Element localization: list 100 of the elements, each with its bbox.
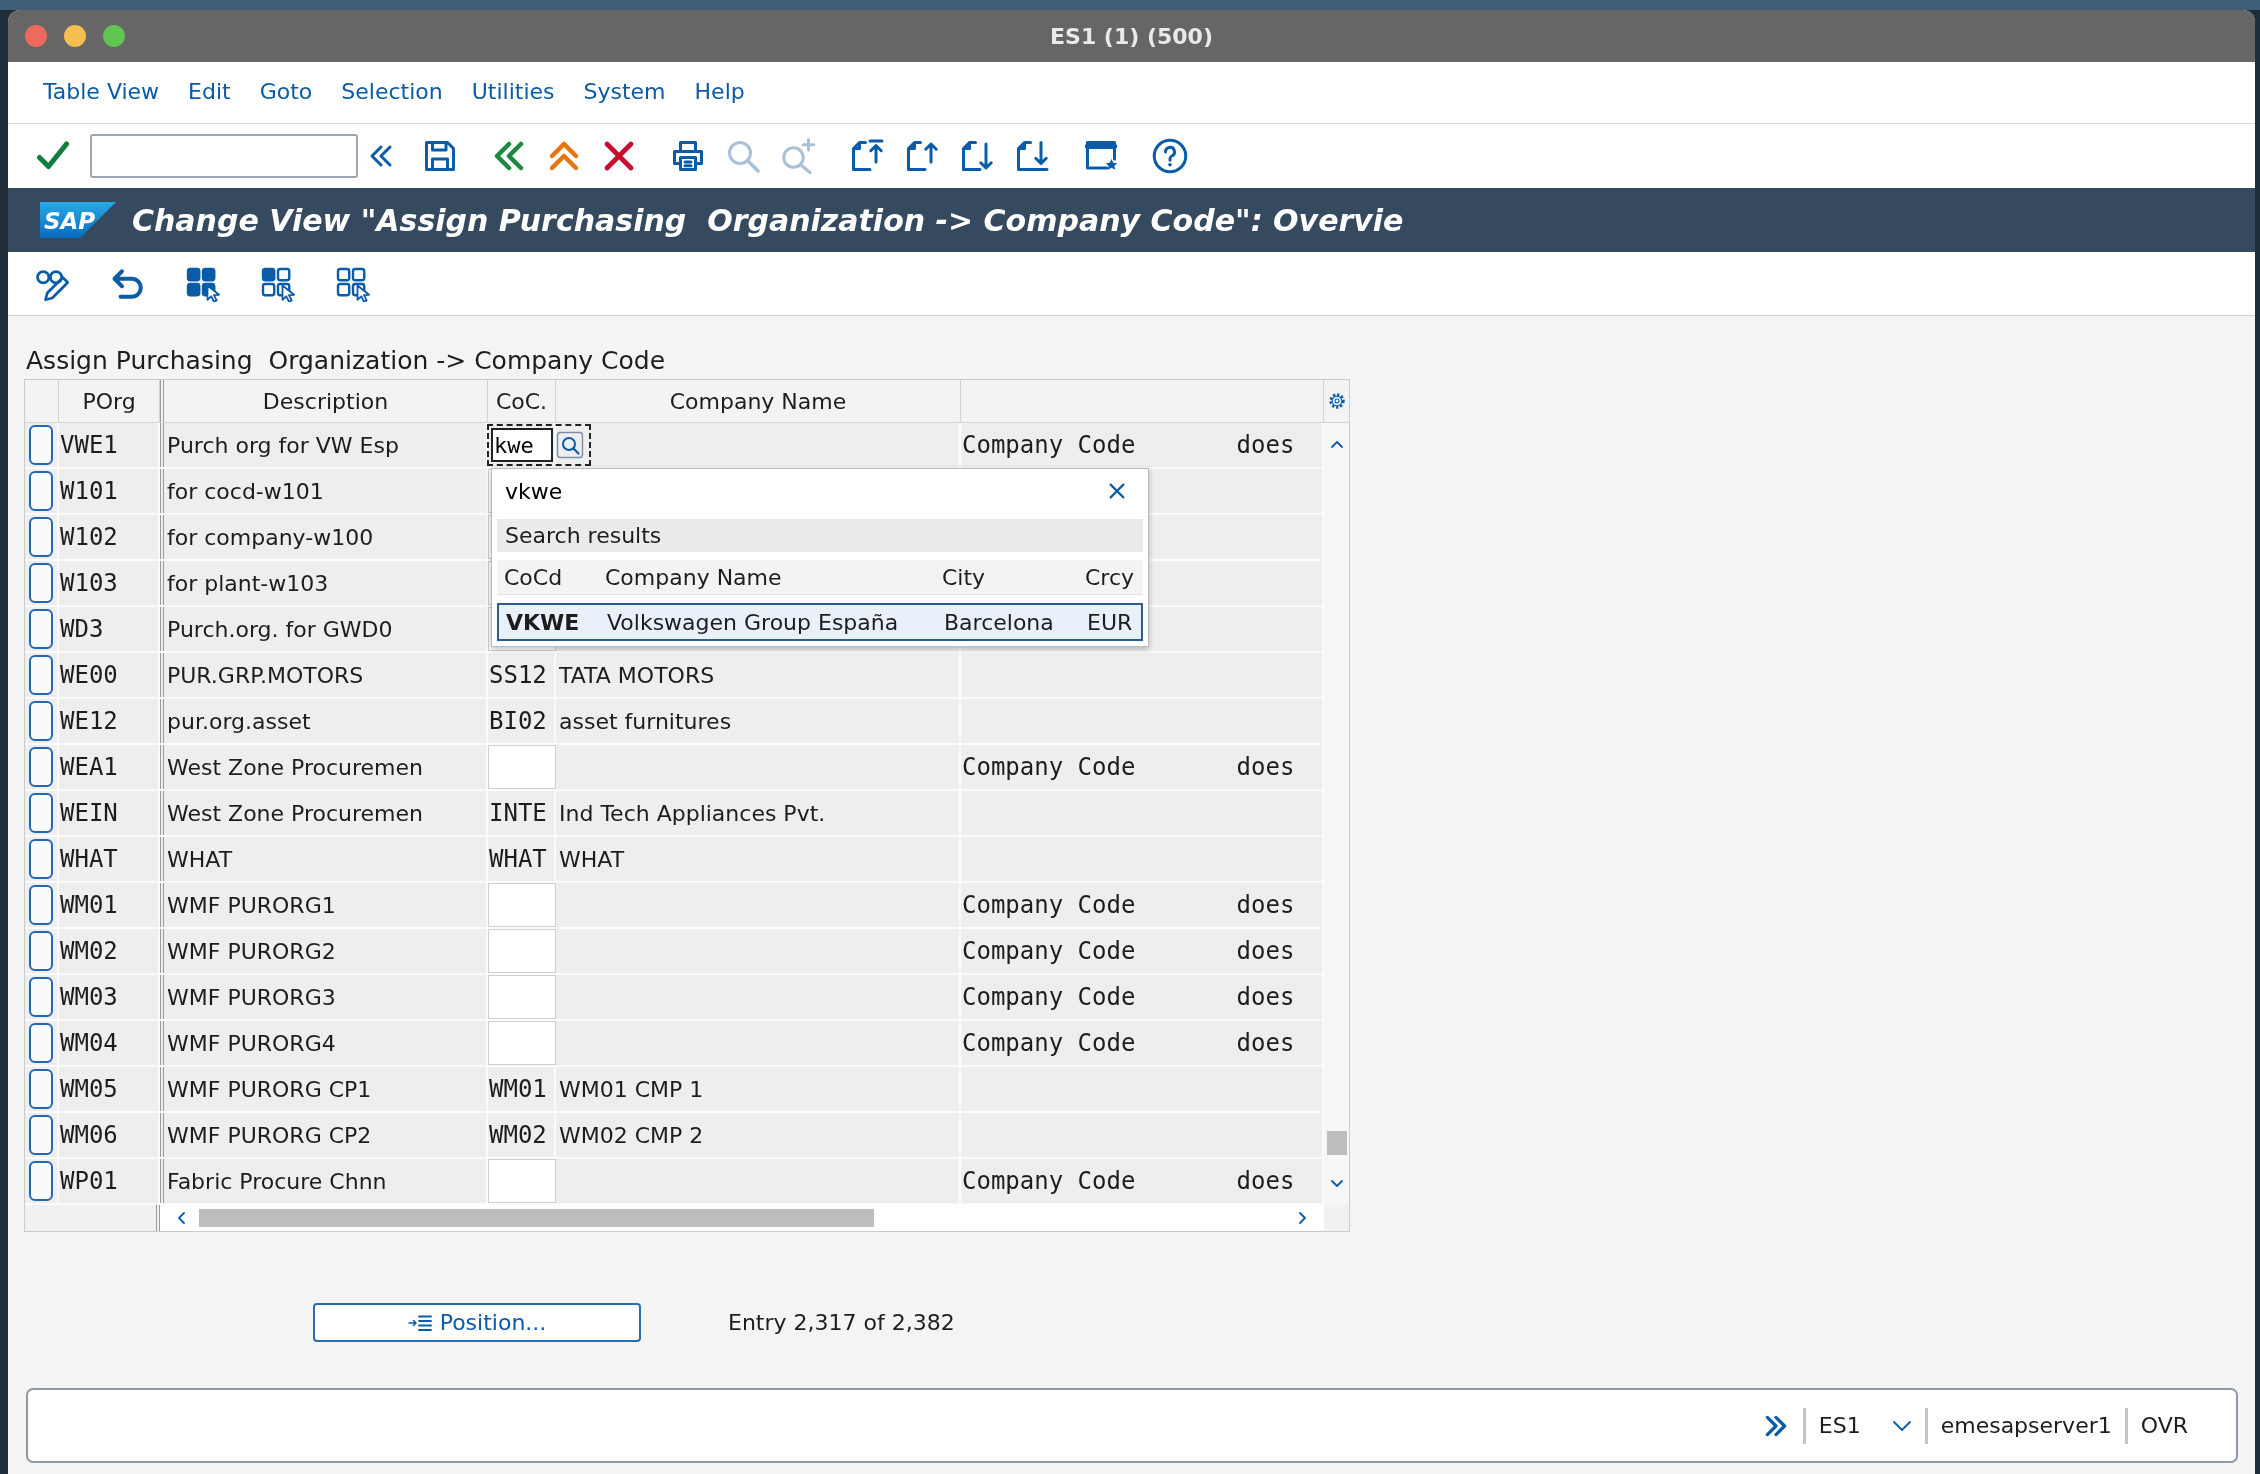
table-cell: VWE1 — [59, 423, 160, 467]
row-selector[interactable] — [29, 885, 53, 925]
input-field[interactable]: kwe — [491, 428, 553, 462]
chevron-left-icon[interactable] — [176, 1211, 186, 1225]
input-field[interactable] — [488, 1021, 556, 1065]
server-name: emesapserver1 — [1940, 1412, 2112, 1440]
row-selector[interactable] — [29, 977, 53, 1017]
menu-item[interactable]: Selection — [341, 78, 443, 107]
column-header: Crcy — [1085, 563, 1135, 592]
row-selector[interactable] — [29, 793, 53, 833]
command-field[interactable] — [90, 134, 358, 178]
result-cell-text: Volkswagen Group España — [607, 608, 899, 637]
table-cell: WE00 — [59, 653, 160, 697]
result-row[interactable]: VKWE Volkswagen Group España Barcelona EUR — [497, 603, 1143, 641]
search-icon[interactable] — [556, 431, 584, 459]
column-header: CoC. — [488, 380, 556, 422]
menu-item[interactable]: Edit — [188, 78, 231, 107]
results-heading: Search results — [497, 519, 1143, 552]
row-selector[interactable] — [29, 1161, 53, 1201]
row-selector[interactable] — [29, 931, 53, 971]
system-name: ES1 — [1818, 1412, 1861, 1440]
help-icon[interactable] — [1152, 138, 1188, 174]
filled-grid-cursor-icon[interactable] — [185, 265, 221, 302]
row-selector[interactable] — [29, 471, 53, 511]
table-cell: Ind Tech Appliances Pvt. — [556, 791, 961, 835]
search-field[interactable]: vkwe — [497, 471, 1107, 511]
table-cell: WHAT — [556, 837, 961, 881]
table-cell: BI02 — [488, 699, 556, 743]
scrollbar-thumb[interactable] — [1326, 1131, 1347, 1155]
empty-grid-cursor-icon[interactable] — [335, 265, 371, 302]
column-header: Company Name — [556, 380, 961, 422]
menu-item[interactable]: Help — [694, 78, 745, 107]
zoom-window-icon[interactable] — [103, 25, 125, 47]
table-cell: WM02 — [488, 1113, 556, 1157]
partial-grid-cursor-icon[interactable] — [260, 265, 296, 302]
row-selector[interactable] — [29, 701, 53, 741]
input-field[interactable] — [488, 975, 556, 1019]
input-field[interactable] — [488, 883, 556, 927]
result-cell-text: EUR — [1087, 608, 1133, 637]
chevron-down-icon[interactable] — [1891, 1419, 1912, 1432]
table-cell: WM02 — [59, 929, 160, 973]
screen-title: Change View "Assign Purchasing Organization -> Company Code": Overvie — [132, 201, 1404, 240]
row-selector[interactable] — [29, 425, 53, 465]
table-cell: WM01 — [488, 1067, 556, 1111]
row-selector[interactable] — [29, 563, 53, 603]
column-header: City — [942, 563, 986, 592]
horizontal-scrollbar[interactable] — [160, 1205, 1324, 1231]
table-title: Assign Purchasing Organization -> Company Code — [26, 345, 666, 377]
vertical-scrollbar[interactable] — [1324, 423, 1349, 1205]
row-selector[interactable] — [29, 839, 53, 879]
settings-icon[interactable] — [1327, 392, 1346, 410]
chevron-up-icon[interactable] — [1329, 439, 1344, 449]
menu-item[interactable]: System — [583, 78, 666, 107]
row-selector[interactable] — [29, 655, 53, 695]
column-header: Company Name — [605, 563, 782, 592]
table-cell: WM02 CMP 2 — [556, 1113, 961, 1157]
close-icon[interactable] — [1107, 481, 1127, 501]
row-selector[interactable] — [29, 747, 53, 787]
row-selector[interactable] — [29, 1115, 53, 1155]
table-cell: WM05 — [59, 1067, 160, 1111]
input-field[interactable] — [488, 1159, 556, 1203]
table-cell: WM04 — [59, 1021, 160, 1065]
entry-count: Entry 2,317 of 2,382 — [728, 1309, 955, 1337]
page-arrow-up-icon[interactable] — [849, 138, 885, 174]
page-arrow-down-icon[interactable] — [1014, 138, 1050, 174]
window-title: ES1 (1) (500) — [1050, 22, 1213, 51]
table-cell: WM06 — [59, 1113, 160, 1157]
chevron-right-icon[interactable] — [1298, 1211, 1308, 1225]
scrollbar-thumb[interactable] — [199, 1209, 874, 1227]
table-cell: WHAT — [488, 837, 556, 881]
menu-item[interactable]: Table View — [43, 78, 160, 107]
printer-icon[interactable] — [670, 138, 706, 174]
menu-item[interactable]: Goto — [259, 78, 313, 107]
position-button[interactable]: Position... — [313, 1303, 641, 1342]
input-field[interactable] — [488, 745, 556, 789]
result-cell-text: Barcelona — [944, 608, 1054, 637]
chevron-down-icon[interactable] — [1329, 1179, 1344, 1189]
input-field[interactable] — [488, 929, 556, 973]
table-cell: W103 — [59, 561, 160, 605]
row-selector[interactable] — [29, 517, 53, 557]
table-cell: INTE — [488, 791, 556, 835]
page-arrow-up-icon[interactable] — [904, 138, 940, 174]
result-cell-text: VKWE — [506, 608, 580, 637]
column-header: POrg — [59, 380, 160, 422]
table-cell: WE12 — [59, 699, 160, 743]
table-cell: TATA MOTORS — [556, 653, 961, 697]
menu-item[interactable]: Utilities — [471, 78, 555, 107]
logo: SAP — [40, 202, 116, 238]
table-cell: WM01 CMP 1 — [556, 1067, 961, 1111]
table-cell: WD3 — [59, 607, 160, 651]
table-cell: WEIN — [59, 791, 160, 835]
table-cell: WM01 — [59, 883, 160, 927]
table-cell: WM03 — [59, 975, 160, 1019]
row-selector[interactable] — [29, 609, 53, 649]
page-arrow-down-icon[interactable] — [959, 138, 995, 174]
row-selector[interactable] — [29, 1069, 53, 1109]
table-cell: W102 — [59, 515, 160, 559]
table-cell: W101 — [59, 469, 160, 513]
row-selector[interactable] — [29, 1023, 53, 1063]
minimize-window-icon[interactable] — [64, 25, 86, 47]
